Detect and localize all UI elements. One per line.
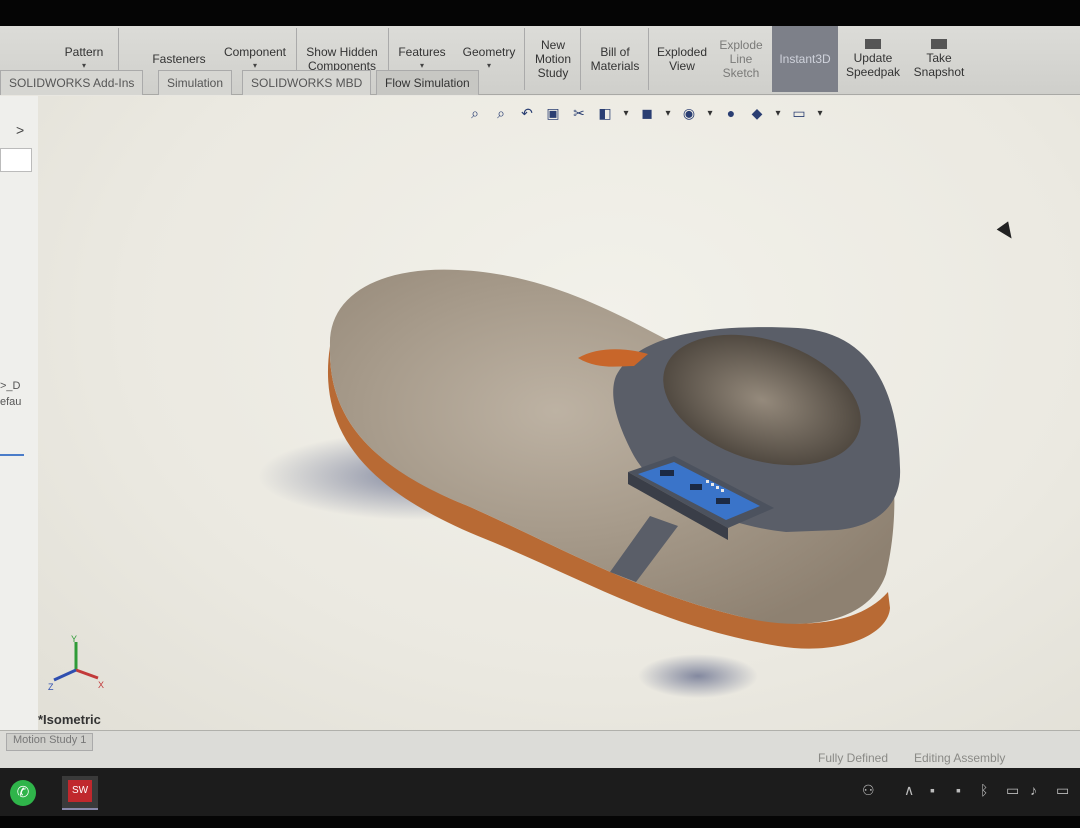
motion-study-tab[interactable]: Motion Study 1 — [6, 733, 94, 751]
tab-flow-simulation[interactable]: Flow Simulation — [376, 70, 479, 95]
feature-manager-panel: > >_D efau — [0, 96, 39, 736]
speedpak-icon — [865, 39, 881, 49]
instant3d-button[interactable]: Instant3D — [772, 26, 838, 92]
selection-indicator — [0, 454, 24, 456]
monitor-bezel-top — [0, 0, 1080, 26]
tab-solidworks-mbd[interactable]: SOLIDWORKS MBD — [242, 70, 372, 95]
update-speedpak-label: Update Speedpak — [845, 51, 901, 79]
tab-simulation[interactable]: Simulation — [158, 70, 233, 95]
graphics-area[interactable]: ⌕ ⌕ ↶ ▣ ✂ ◧ ▾ ◼ ▾ ◉ ▾ ● ◆ ▾ ▭ ▾ Y X Z *I… — [38, 96, 1080, 732]
camera-icon — [931, 39, 947, 49]
triad-z-label: Z — [48, 682, 54, 692]
whatsapp-icon[interactable]: ✆ — [10, 780, 36, 806]
tab-solidworks-add-ins[interactable]: SOLIDWORKS Add-Ins — [0, 70, 144, 95]
update-speedpak-button[interactable]: Update Speedpak — [842, 26, 904, 92]
solidworks-icon: SW — [68, 780, 92, 802]
tray-app-icon[interactable]: ▪ — [956, 782, 961, 798]
shoe-assembly-model[interactable] — [38, 96, 1080, 732]
tree-item-default[interactable]: efau — [0, 396, 21, 408]
filter-box[interactable] — [0, 148, 32, 172]
component-label: Component — [223, 45, 287, 59]
exploded-view-button[interactable]: Exploded View — [652, 26, 712, 92]
tree-item-config[interactable]: >_D — [0, 380, 21, 392]
battery-icon[interactable]: ▭ — [1006, 782, 1019, 799]
reference-geometry-label: Geometry — [462, 45, 516, 59]
triad-y-label: Y — [71, 634, 77, 644]
take-snapshot-label: Take Snapshot — [913, 51, 965, 79]
taskbar-solidworks-item[interactable]: SW — [62, 776, 98, 810]
exploded-view-label: Exploded View — [656, 45, 708, 73]
chip — [690, 484, 702, 490]
solidworks-window: Pattern ▾ Fasteners Component ▾ Show Hid… — [0, 26, 1080, 768]
show-hidden-icons-icon[interactable]: ∧ — [904, 782, 914, 799]
explode-line-sketch-label: Explode Line Sketch — [719, 38, 763, 80]
separator — [648, 28, 649, 90]
reference-triad: Y X Z — [48, 634, 104, 692]
bill-of-materials-label: Bill of Materials — [590, 45, 640, 73]
features-label: Features — [398, 45, 446, 59]
instant3d-label: Instant3D — [779, 52, 831, 66]
fasteners-label: Fasteners — [152, 52, 206, 66]
volume-icon[interactable]: ♪ — [1030, 782, 1037, 798]
bluetooth-icon[interactable]: ᛒ — [980, 782, 988, 798]
chip — [660, 470, 674, 476]
status-fully-defined: Fully Defined — [818, 751, 889, 765]
people-icon[interactable]: ⚇ — [862, 782, 875, 799]
take-snapshot-button[interactable]: Take Snapshot — [908, 26, 970, 92]
status-bar: Motion Study 1 Fully Defined Editing Ass… — [0, 730, 1080, 768]
drop-shadow — [638, 654, 758, 698]
triad-x-label: X — [98, 680, 104, 690]
windows-taskbar: ✆ SW ⚇ ∧ ▪ ▪ ᛒ ▭ ♪ ▭ — [0, 768, 1080, 816]
explode-line-sketch-button[interactable]: Explode Line Sketch — [714, 26, 768, 92]
show-hidden-label: Show Hidden Components — [306, 45, 378, 73]
status-editing-assembly: Editing Assembly — [914, 751, 1006, 765]
tray-app-icon[interactable]: ▪ — [930, 782, 935, 798]
chip — [716, 498, 730, 504]
monitor-bezel-bottom — [0, 816, 1080, 828]
network-icon[interactable]: ▭ — [1056, 782, 1069, 799]
view-orientation-label: *Isometric — [38, 712, 101, 727]
expand-panel-icon[interactable]: > — [16, 122, 24, 138]
pattern-label: Pattern — [64, 45, 104, 59]
